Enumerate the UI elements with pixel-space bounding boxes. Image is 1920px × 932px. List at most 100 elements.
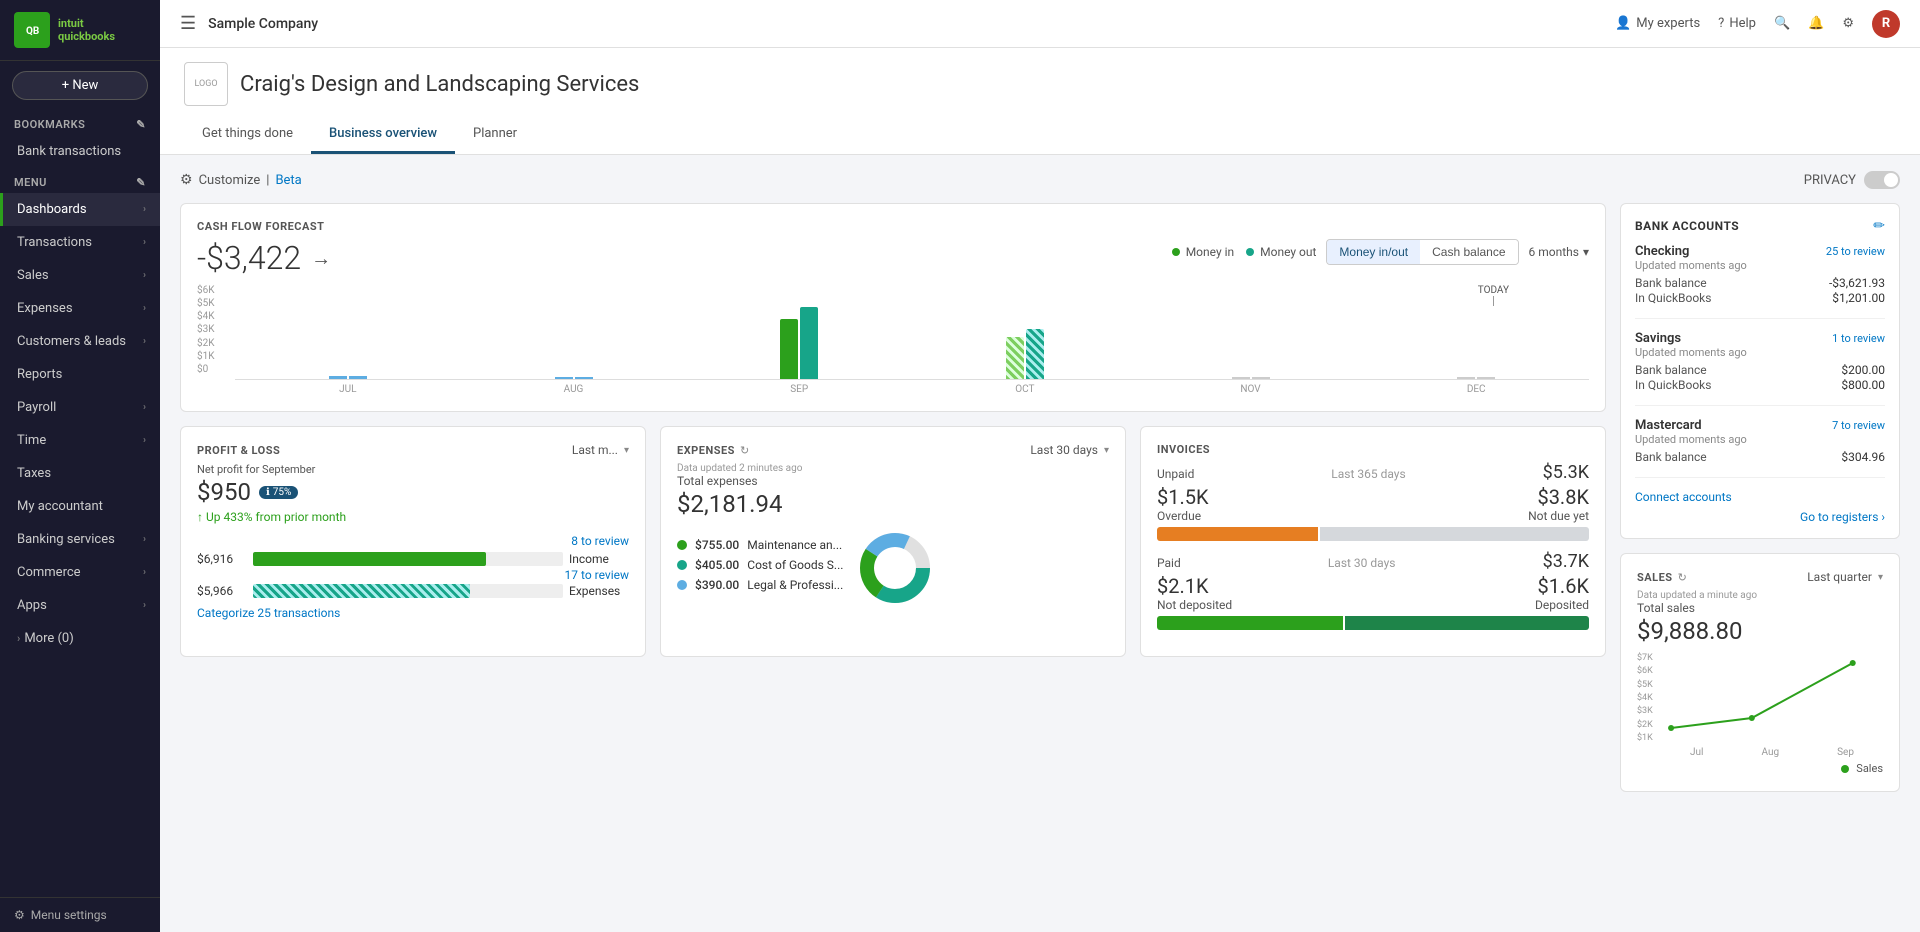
mastercard-review[interactable]: 7 to review [1832, 419, 1885, 432]
topbar: ☰ Sample Company 👤 My experts ? Help 🔍 🔔… [160, 0, 1920, 48]
toggle-knob [1884, 173, 1898, 187]
pl-expenses-row: $5,966 Expenses [197, 584, 629, 598]
pl-dropdown-icon[interactable]: ▾ [624, 445, 629, 456]
notifications-button[interactable]: 🔔 [1808, 16, 1824, 31]
sep-bar-in [780, 319, 798, 379]
topbar-right: 👤 My experts ? Help 🔍 🔔 ⚙ R [1615, 10, 1900, 38]
sidebar-item-more[interactable]: › More (0) [0, 622, 160, 655]
inv-overdue-notdue-row: $1.5K Overdue $3.8K Not due yet [1157, 485, 1589, 523]
pl-categorize-link[interactable]: Categorize 25 transactions [197, 606, 629, 620]
sidebar-item-dashboards[interactable]: Dashboards › [0, 193, 160, 226]
inv-notdeposited-label: Not deposited [1157, 598, 1232, 612]
customize-label[interactable]: Customize [199, 173, 261, 188]
sidebar-item-payroll[interactable]: Payroll › [0, 391, 160, 424]
customize-beta[interactable]: Beta [275, 173, 301, 188]
bank-account-mastercard: Mastercard 7 to review Updated moments a… [1635, 418, 1885, 478]
sales-card: SALES ↻ Last quarter ▾ Data updated a mi… [1620, 553, 1900, 792]
checking-qb-amount: $1,201.00 [1832, 291, 1885, 305]
cashflow-header: -$3,422 → Money in [197, 239, 1589, 277]
sales-total-label: Total sales [1637, 601, 1883, 615]
transactions-chevron: › [143, 237, 146, 248]
connect-accounts-link[interactable]: Connect accounts [1635, 490, 1885, 504]
inv-notdue-amount: $3.8K [1528, 485, 1589, 509]
cashflow-period-selector[interactable]: 6 months ▾ [1529, 245, 1589, 259]
sidebar-item-banking[interactable]: Banking services › [0, 523, 160, 556]
bank-card-header: BANK ACCOUNTS ✏ [1635, 218, 1885, 234]
tab-business-overview[interactable]: Business overview [311, 116, 455, 154]
exp-dot-2 [677, 560, 687, 570]
inv-paid-bar [1157, 616, 1589, 630]
inv-overdue: $1.5K Overdue [1157, 485, 1209, 523]
sidebar-item-myaccountant[interactable]: My accountant [0, 490, 160, 523]
inv-unpaid-amount: $5.3K [1543, 462, 1589, 483]
customize-icon: ⚙ [180, 172, 193, 188]
checking-review[interactable]: 25 to review [1826, 245, 1885, 258]
settings-button[interactable]: ⚙ [1842, 16, 1854, 31]
chart-group-sep [686, 307, 912, 379]
help-icon: ? [1718, 16, 1724, 31]
sidebar-item-commerce[interactable]: Commerce › [0, 556, 160, 589]
invoices-card: INVOICES Unpaid Last 365 days $5.3K [1140, 426, 1606, 657]
exp-dropdown-icon[interactable]: ▾ [1104, 445, 1109, 456]
my-experts-button[interactable]: 👤 My experts [1615, 16, 1700, 31]
pl-income-label: Income [569, 552, 629, 566]
menu-settings-button[interactable]: ⚙ Menu settings [0, 897, 160, 932]
pl-expenses-review-link[interactable]: 17 to review [565, 568, 629, 582]
pl-review-link[interactable]: 8 to review [197, 534, 629, 548]
search-icon: 🔍 [1774, 16, 1790, 31]
cash-balance-btn[interactable]: Cash balance [1420, 240, 1517, 264]
exp-total-label: Total expenses [677, 474, 1109, 488]
sidebar-item-apps[interactable]: Apps › [0, 589, 160, 622]
tab-planner[interactable]: Planner [455, 116, 535, 154]
inv-bar-notdeposited [1157, 616, 1343, 630]
settings-icon: ⚙ [14, 908, 25, 922]
go-to-registers-link[interactable]: Go to registers › [1635, 504, 1885, 524]
search-button[interactable]: 🔍 [1774, 16, 1790, 31]
sidebar-item-transactions[interactable]: Transactions › [0, 226, 160, 259]
savings-qb-amount: $800.00 [1841, 378, 1885, 392]
savings-review[interactable]: 1 to review [1832, 332, 1885, 345]
sidebar-item-time[interactable]: Time › [0, 424, 160, 457]
menu-edit-icon[interactable]: ✎ [136, 176, 146, 189]
inv-notdue: $3.8K Not due yet [1528, 485, 1589, 523]
company-full-name: Craig's Design and Landscaping Services [240, 72, 639, 97]
chart-area: $0 $1K $2K $3K $4K $5K $6K [197, 285, 1589, 395]
sidebar-item-customers[interactable]: Customers & leads › [0, 325, 160, 358]
pl-expenses-amount: $5,966 [197, 584, 247, 598]
chart-group-dec [1363, 377, 1589, 379]
privacy-toggle-switch[interactable] [1864, 171, 1900, 189]
inv-bar-notdue [1320, 527, 1589, 541]
bookmarks-edit-icon[interactable]: ✎ [136, 118, 146, 131]
inv-header: INVOICES [1157, 443, 1589, 456]
sidebar-item-sales[interactable]: Sales › [0, 259, 160, 292]
sales-dropdown-icon[interactable]: ▾ [1878, 572, 1883, 583]
money-out-dot [1246, 248, 1254, 256]
sales-title: SALES [1637, 571, 1673, 584]
savings-name: Savings [1635, 331, 1681, 346]
exp-updated: Data updated 2 minutes ago [677, 463, 1109, 474]
today-line [1493, 296, 1494, 306]
sales-refresh-icon[interactable]: ↻ [1678, 571, 1687, 584]
sidebar-item-bank-transactions[interactable]: Bank transactions [0, 135, 160, 168]
tab-get-things-done[interactable]: Get things done [184, 116, 311, 154]
bank-edit-icon[interactable]: ✏ [1873, 218, 1885, 234]
sidebar-item-taxes[interactable]: Taxes [0, 457, 160, 490]
topbar-menu-icon[interactable]: ☰ [180, 13, 196, 34]
bank-accounts-card: BANK ACCOUNTS ✏ Checking 25 to review Up… [1620, 203, 1900, 539]
page-content: LOGO Craig's Design and Landscaping Serv… [160, 48, 1920, 932]
new-button[interactable]: + New [12, 71, 148, 100]
exp-item-3: $390.00 Legal & Professi... [677, 578, 843, 592]
money-in-legend: Money in [1172, 245, 1234, 259]
savings-balance-label: Bank balance [1635, 363, 1707, 377]
sales-x-labels: Jul Aug Sep [1661, 747, 1883, 758]
sidebar-item-expenses[interactable]: Expenses › [0, 292, 160, 325]
help-button[interactable]: ? Help [1718, 16, 1756, 31]
user-avatar[interactable]: R [1872, 10, 1900, 38]
savings-balance-amount: $200.00 [1841, 363, 1885, 377]
dashboards-chevron: › [143, 204, 146, 215]
expenses-card: EXPENSES ↻ Last 30 days ▾ Data updated 2… [660, 426, 1126, 657]
time-chevron: › [143, 435, 146, 446]
money-in-out-btn[interactable]: Money in/out [1327, 240, 1420, 264]
sidebar-item-reports[interactable]: Reports [0, 358, 160, 391]
exp-refresh-icon[interactable]: ↻ [740, 444, 749, 457]
